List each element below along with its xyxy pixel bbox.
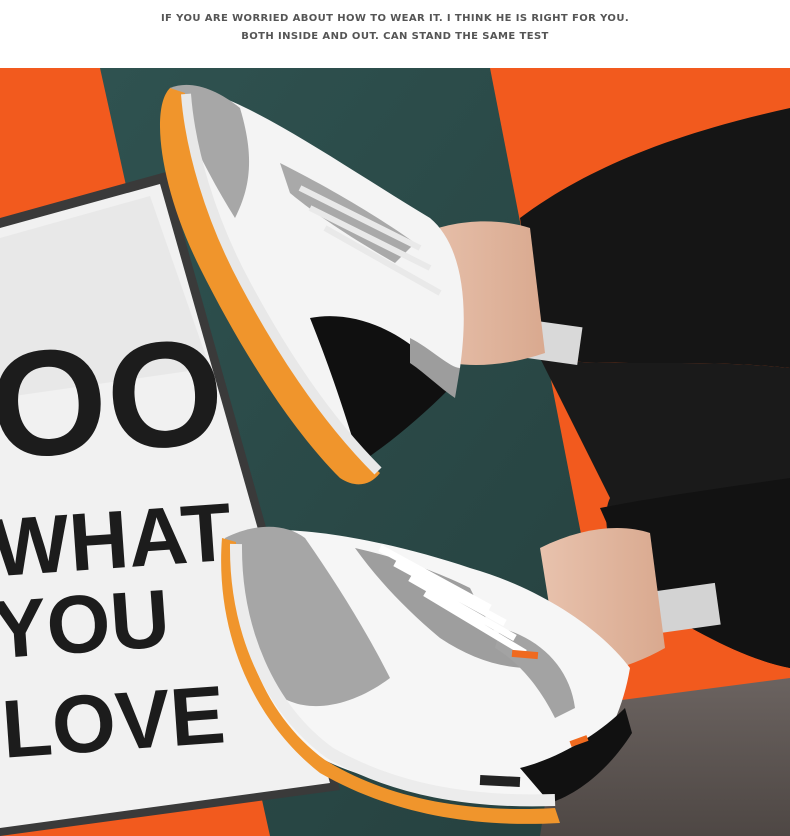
poster-text-line-4: LOVE bbox=[0, 669, 228, 775]
caption-banner: IF YOU ARE WORRIED ABOUT HOW TO WEAR IT.… bbox=[0, 0, 790, 68]
product-photo: OO WHAT YOU LOVE bbox=[0, 68, 790, 836]
product-photo-svg: OO WHAT YOU LOVE bbox=[0, 68, 790, 836]
caption-line-1: IF YOU ARE WORRIED ABOUT HOW TO WEAR IT.… bbox=[160, 13, 630, 24]
poster-text-line-1: OO bbox=[0, 306, 229, 490]
caption-line-2: BOTH INSIDE AND OUT. CAN STAND THE SAME … bbox=[241, 31, 549, 42]
poster-text-line-3: YOU bbox=[0, 573, 173, 676]
